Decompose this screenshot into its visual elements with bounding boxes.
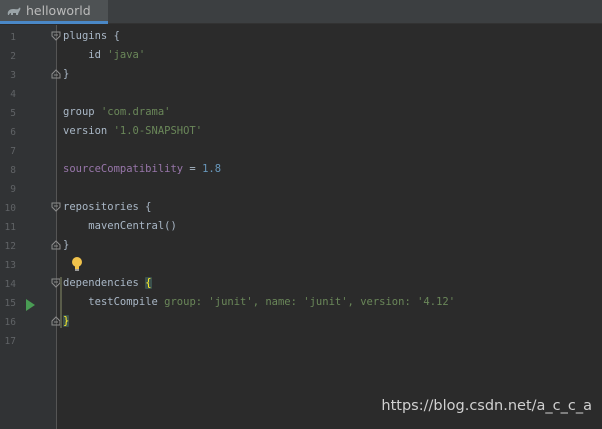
string-literal: 'com.drama' [100, 106, 171, 118]
string-literal: 'java' [107, 49, 146, 61]
code-line-12: } [63, 236, 69, 255]
line-number: 12 [4, 241, 16, 252]
code-text: dependencies [63, 277, 146, 289]
line-number: 15 [4, 298, 16, 309]
watermark: https://blog.csdn.net/a_c_c_a [381, 398, 592, 414]
fold-close-icon[interactable] [51, 240, 61, 250]
code-line-5: group 'com.drama' [63, 103, 170, 122]
string-literal: 'junit' [208, 296, 253, 308]
code-text: } [63, 239, 70, 251]
code-text: repositories { [63, 201, 152, 213]
named-arg: group: [164, 296, 209, 308]
line-number: 2 [10, 51, 16, 62]
line-number: 1 [10, 32, 16, 43]
tab-label: helloworld [26, 3, 91, 18]
lightbulb-icon[interactable] [71, 256, 83, 272]
line-number: 9 [10, 184, 16, 195]
fold-open-icon[interactable] [51, 202, 61, 212]
code-line-10: repositories { [63, 198, 152, 217]
code-text: = [183, 163, 203, 175]
string-literal: '4.12' [417, 296, 456, 308]
matched-brace: } [63, 315, 70, 327]
code-text: testCompile [88, 296, 165, 308]
code-text: , [252, 296, 266, 308]
line-number: 16 [4, 317, 16, 328]
fold-close-icon[interactable] [51, 69, 61, 79]
code-line-2: id 'java' [63, 46, 145, 65]
line-number: 6 [10, 127, 16, 138]
number-literal: 1.8 [202, 163, 222, 175]
gradle-elephant-icon [7, 7, 21, 15]
line-number: 14 [4, 279, 16, 290]
code-line-1: plugins { [63, 27, 120, 46]
code-line-3: } [63, 65, 69, 84]
line-number: 7 [10, 146, 16, 157]
editor-tab-bar: helloworld [0, 0, 602, 24]
code-text: , [347, 296, 361, 308]
code-line-8: sourceCompatibility = 1.8 [63, 160, 221, 179]
code-line-15: testCompile group: 'junit', name: 'junit… [63, 293, 455, 312]
named-arg: version: [360, 296, 418, 308]
run-gutter-icon[interactable] [26, 299, 35, 311]
code-text: group [63, 106, 101, 118]
matched-brace: { [145, 277, 152, 289]
line-number: 3 [10, 70, 16, 81]
editor-gutter: 1 2 3 4 5 6 7 8 9 10 11 12 13 14 15 16 1… [0, 25, 57, 429]
code-block-indicator [60, 277, 62, 328]
line-number: 17 [4, 336, 16, 347]
code-line-11: mavenCentral() [63, 217, 177, 236]
line-number: 11 [4, 222, 16, 233]
line-number: 5 [10, 108, 16, 119]
code-text: } [63, 68, 70, 80]
code-text: mavenCentral() [88, 220, 177, 232]
line-number: 10 [4, 203, 16, 214]
string-literal: 'junit' [303, 296, 348, 308]
code-line-16: } [63, 312, 70, 331]
code-text: plugins { [63, 30, 120, 42]
property-name: sourceCompatibility [63, 163, 184, 175]
code-line-6: version '1.0-SNAPSHOT' [63, 122, 202, 141]
line-number: 8 [10, 165, 16, 176]
named-arg: name: [265, 296, 304, 308]
line-number: 13 [4, 260, 16, 271]
code-line-14: dependencies { [63, 274, 152, 293]
code-text: version [63, 125, 114, 137]
code-text: id [88, 49, 108, 61]
fold-open-icon[interactable] [51, 31, 61, 41]
string-literal: '1.0-SNAPSHOT' [113, 125, 203, 137]
line-number: 4 [10, 89, 16, 100]
tab-helloworld[interactable]: helloworld [0, 0, 108, 24]
